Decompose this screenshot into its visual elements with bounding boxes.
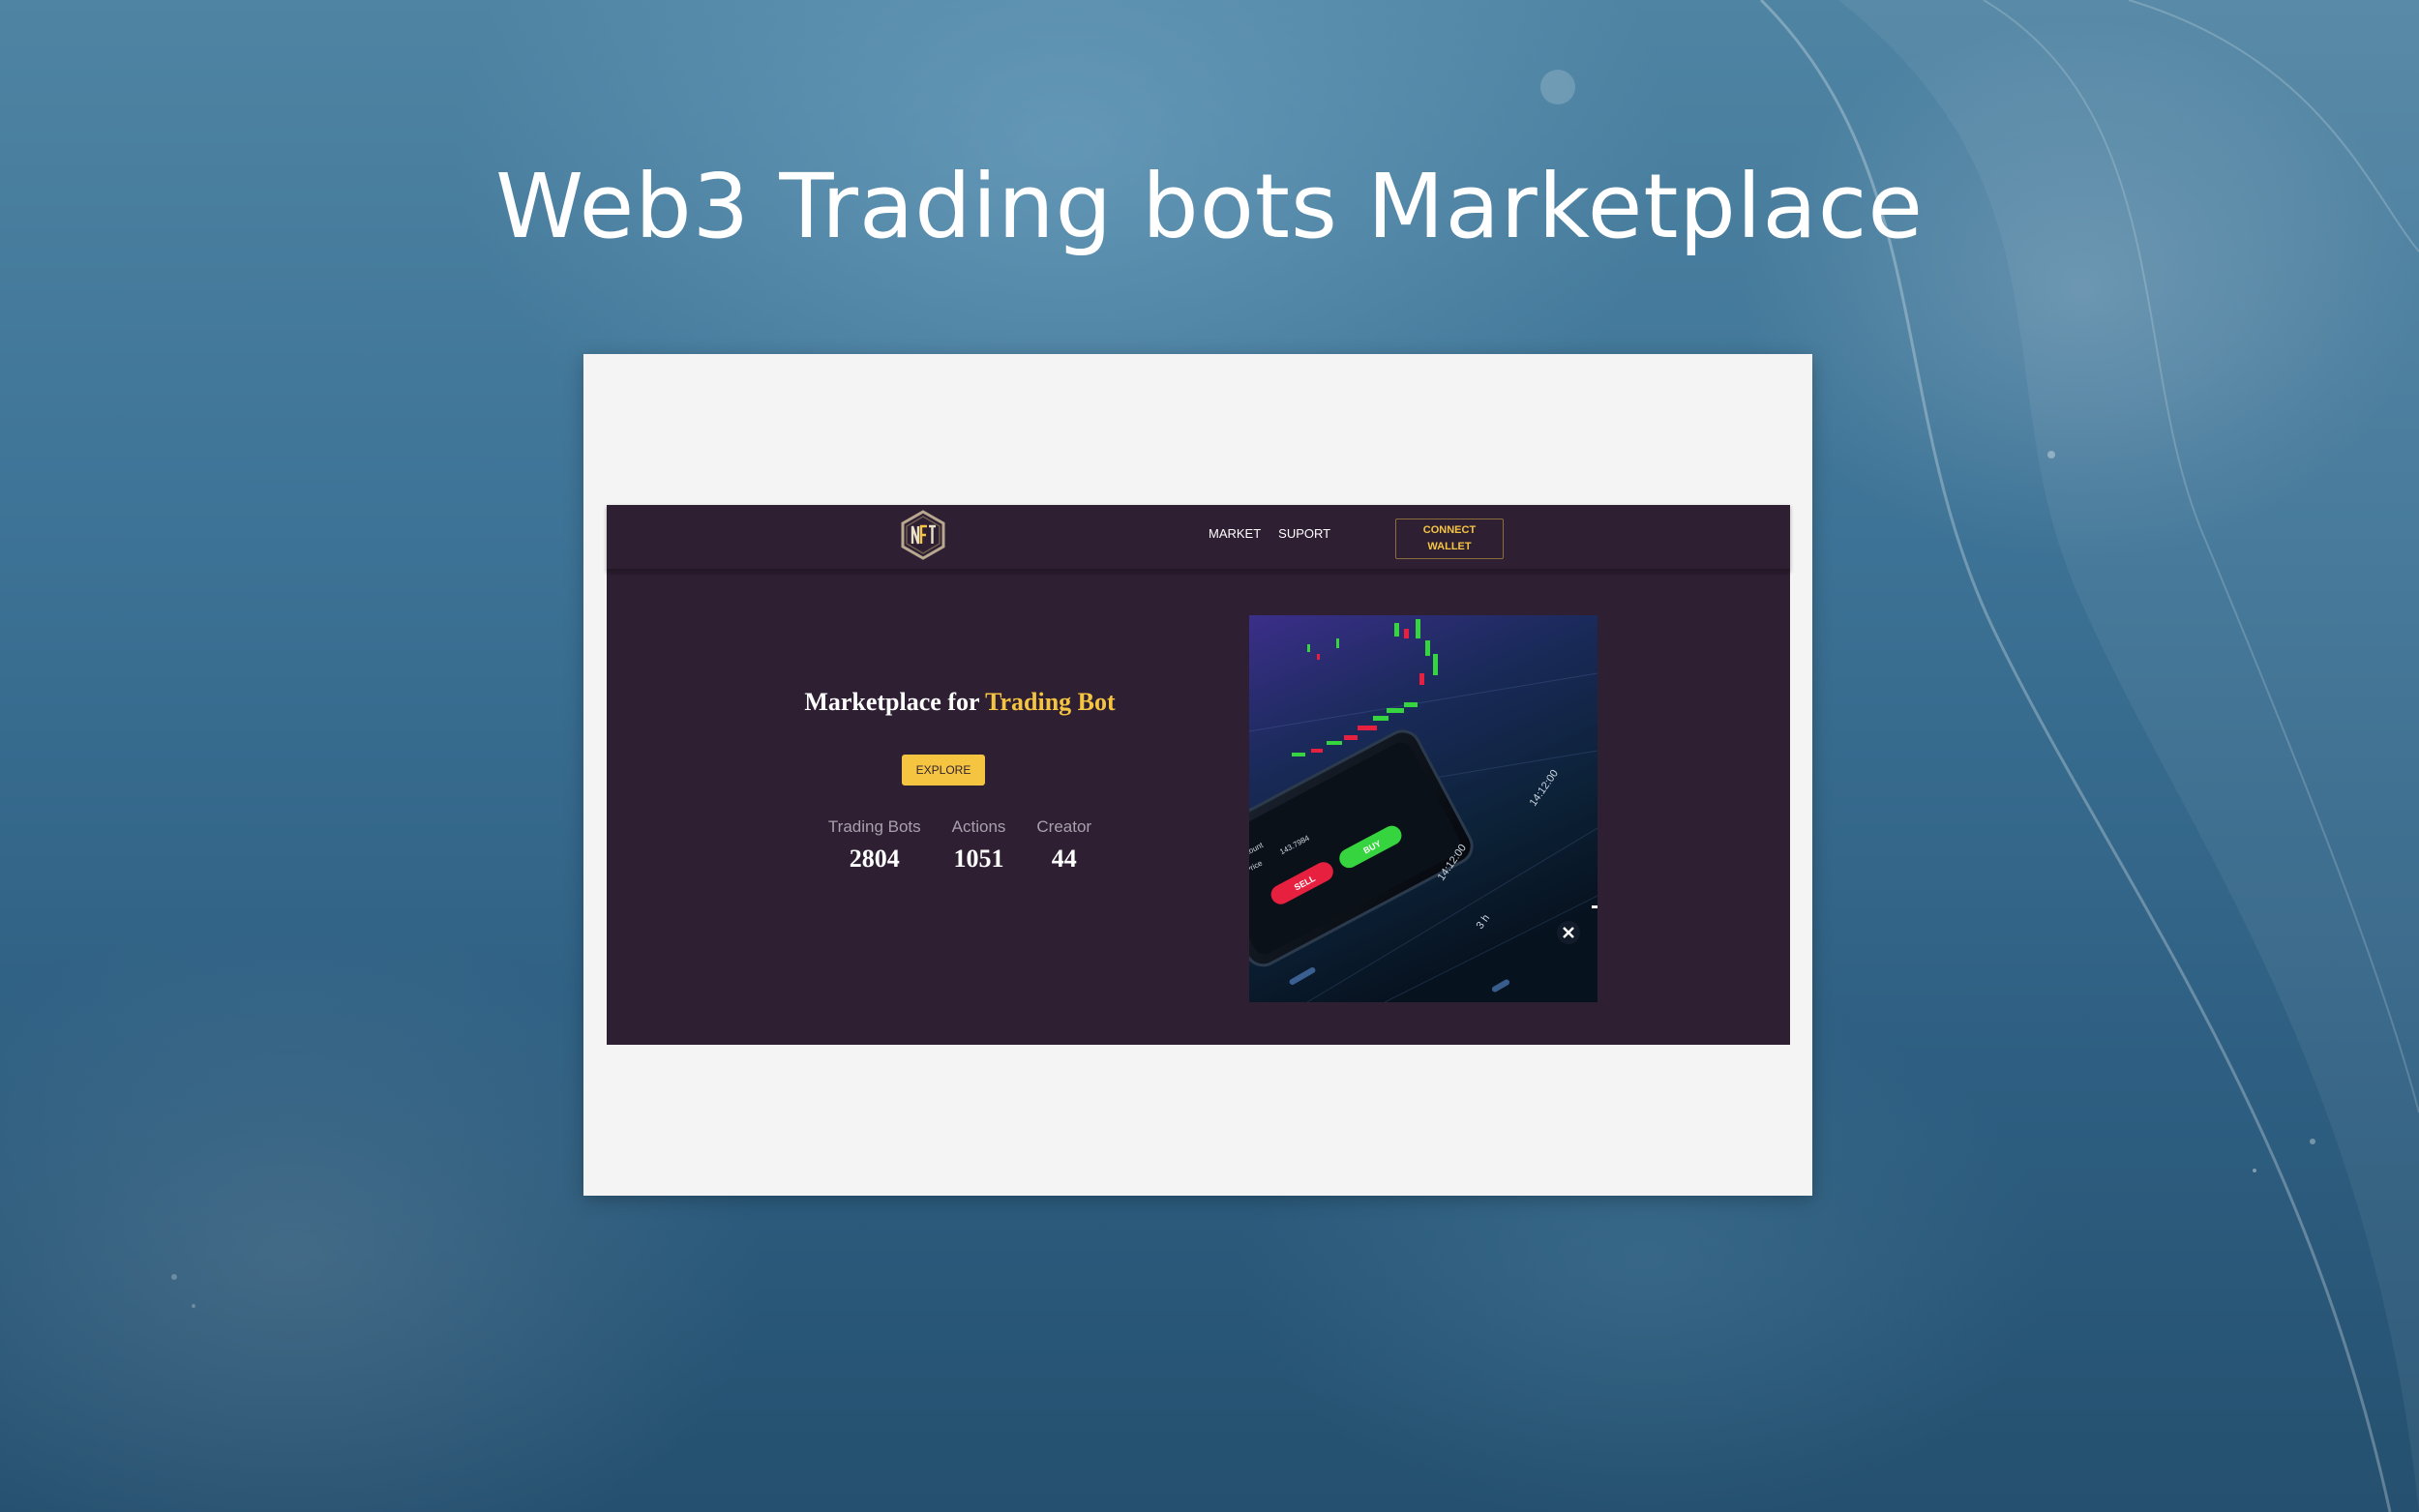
slide-title: Web3 Trading bots Marketplace <box>495 155 1924 258</box>
stat-value: 44 <box>1051 845 1077 873</box>
nav-links: MARKET SUPORT <box>1209 526 1330 541</box>
stat-label: Trading Bots <box>827 817 921 836</box>
stat-label: Actions <box>951 817 1006 836</box>
explore-button[interactable]: EXPLORE <box>902 755 985 786</box>
navbar: MARKET SUPORT CONNECT WALLET <box>607 505 1790 571</box>
trading-app-hero-image: Amount Price 143.7984 SELL BUY 14:12:00 … <box>1249 615 1598 1002</box>
nav-market-link[interactable]: MARKET <box>1209 526 1261 541</box>
screenshot-frame: MARKET SUPORT CONNECT WALLET Marketplace… <box>583 354 1812 1196</box>
nft-logo-icon[interactable] <box>897 509 949 561</box>
stat-creator: Creator 44 <box>1036 817 1091 874</box>
stat-actions: Actions 1051 <box>952 817 1006 874</box>
hero-title-accent: Trading Bot <box>985 688 1116 716</box>
stat-value: 2804 <box>849 845 900 873</box>
nav-support-link[interactable]: SUPORT <box>1278 526 1330 541</box>
connect-wallet-button[interactable]: CONNECT WALLET <box>1395 519 1504 559</box>
hero-title: Marketplace for Trading Bot <box>607 688 1313 717</box>
website-preview: MARKET SUPORT CONNECT WALLET Marketplace… <box>607 505 1790 1045</box>
close-icon <box>1557 921 1580 944</box>
stat-trading-bots: Trading Bots 2804 <box>828 817 921 874</box>
stat-value: 1051 <box>953 845 1004 873</box>
stats-row: Trading Bots 2804 Actions 1051 Creator 4… <box>607 817 1313 874</box>
hero-title-prefix: Marketplace for <box>804 688 986 716</box>
stat-label: Creator <box>1036 817 1092 836</box>
